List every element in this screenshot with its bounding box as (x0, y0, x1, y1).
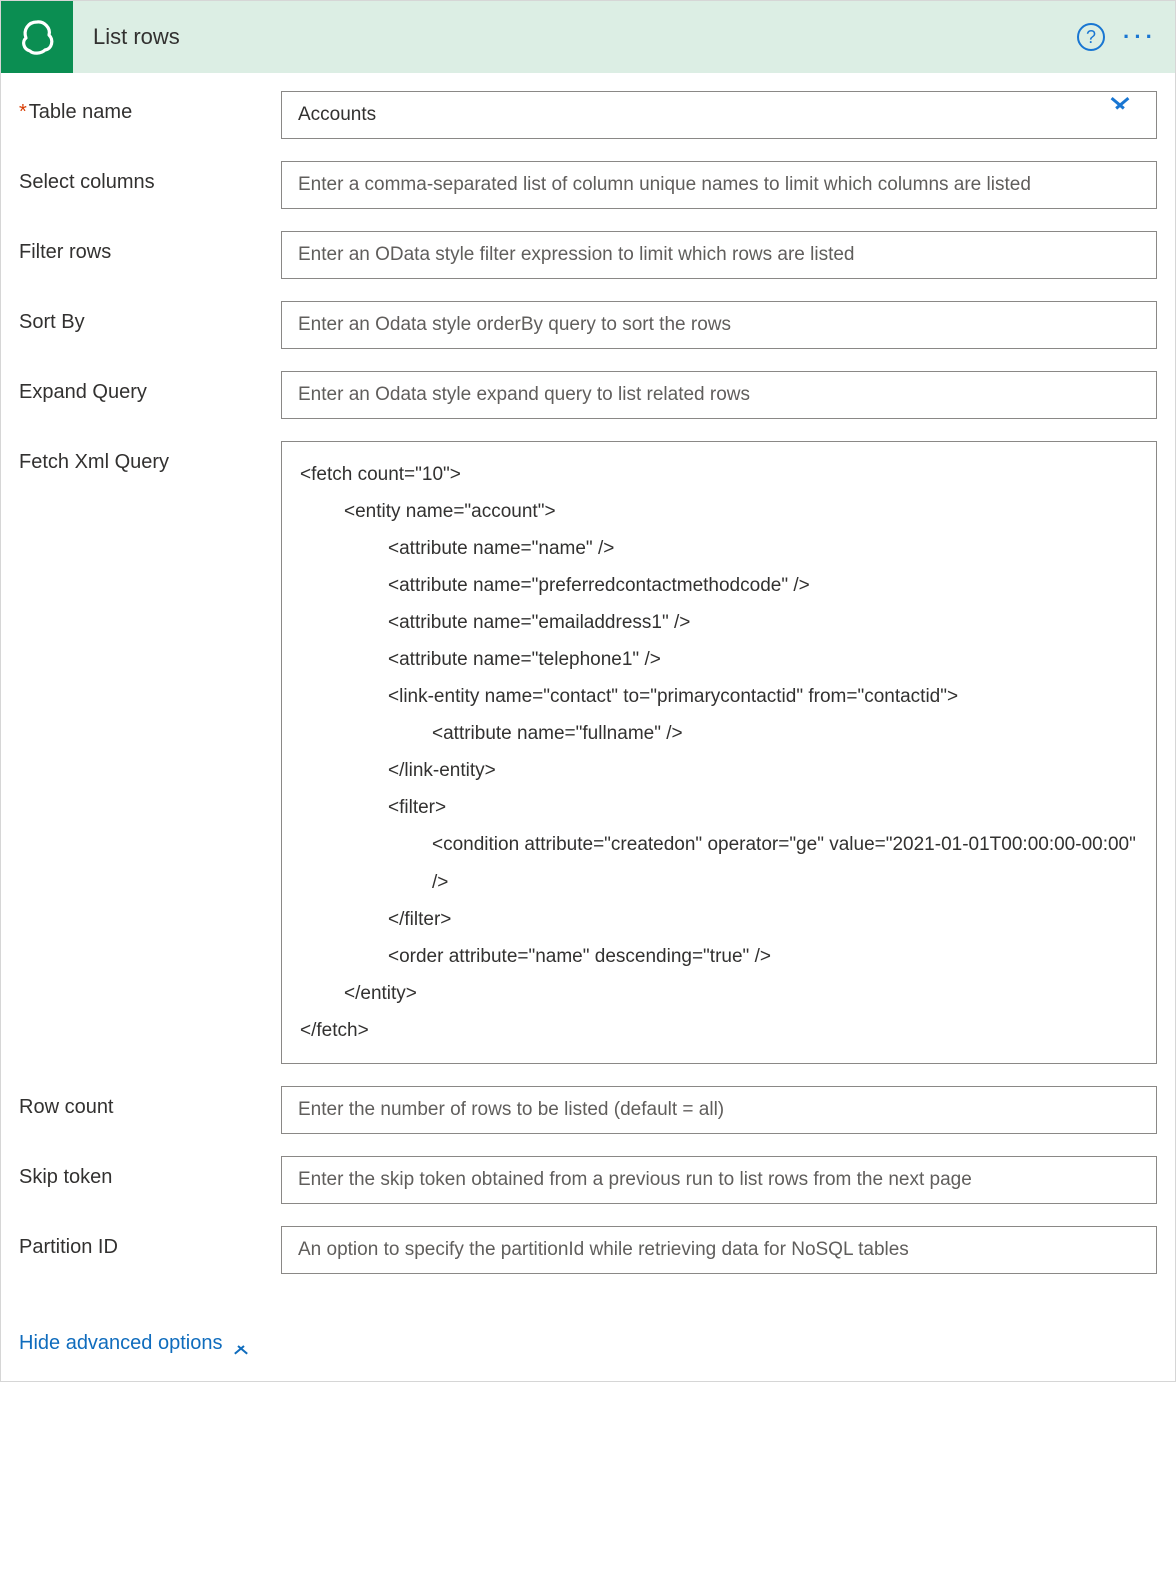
table-name-select[interactable]: Accounts (281, 91, 1157, 139)
row-count-label: Row count (19, 1086, 281, 1119)
field-partition-id: Partition ID (19, 1226, 1157, 1274)
card-title: List rows (73, 24, 1077, 50)
field-skip-token: Skip token (19, 1156, 1157, 1204)
fetch-xml-line: </entity> (300, 975, 1138, 1012)
sort-by-label: Sort By (19, 301, 281, 334)
card-header: List rows ? ··· (1, 1, 1175, 73)
card-body: *Table name Accounts Select columns Filt… (1, 73, 1175, 1381)
chevron-down-icon (1106, 107, 1134, 123)
fetch-xml-line: <attribute name="telephone1" /> (300, 641, 1138, 678)
action-card: List rows ? ··· *Table name Accounts Sel… (0, 0, 1176, 1382)
sort-by-input[interactable] (281, 301, 1157, 349)
fetch-xml-label: Fetch Xml Query (19, 441, 281, 474)
fetch-xml-line: <link-entity name="contact" to="primaryc… (300, 678, 1138, 715)
hide-advanced-options-link[interactable]: Hide advanced options (19, 1332, 250, 1355)
fetch-xml-line: <attribute name="preferredcontactmethodc… (300, 567, 1138, 604)
hide-advanced-options-label: Hide advanced options (19, 1332, 222, 1355)
expand-query-label: Expand Query (19, 371, 281, 404)
fetch-xml-line: <attribute name="name" /> (300, 530, 1138, 567)
help-icon[interactable]: ? (1077, 23, 1105, 51)
required-indicator: * (19, 101, 27, 123)
skip-token-label: Skip token (19, 1156, 281, 1189)
dataverse-icon (1, 1, 73, 73)
select-columns-label: Select columns (19, 161, 281, 194)
field-table-name: *Table name Accounts (19, 91, 1157, 139)
field-select-columns: Select columns (19, 161, 1157, 209)
table-name-label: Table name (29, 101, 132, 123)
partition-id-label: Partition ID (19, 1226, 281, 1259)
filter-rows-label: Filter rows (19, 231, 281, 264)
table-name-value: Accounts (298, 104, 376, 126)
chevron-up-icon (232, 1337, 250, 1349)
fetch-xml-line: </fetch> (300, 1012, 1138, 1049)
field-filter-rows: Filter rows (19, 231, 1157, 279)
more-icon[interactable]: ··· (1123, 20, 1157, 54)
fetch-xml-input[interactable]: <fetch count="10"><entity name="account"… (281, 441, 1157, 1064)
filter-rows-input[interactable] (281, 231, 1157, 279)
field-sort-by: Sort By (19, 301, 1157, 349)
row-count-input[interactable] (281, 1086, 1157, 1134)
expand-query-input[interactable] (281, 371, 1157, 419)
fetch-xml-line: <order attribute="name" descending="true… (300, 938, 1138, 975)
select-columns-input[interactable] (281, 161, 1157, 209)
fetch-xml-line: <fetch count="10"> (300, 456, 1138, 493)
fetch-xml-line: <attribute name="fullname" /> (300, 715, 1138, 752)
field-expand-query: Expand Query (19, 371, 1157, 419)
field-fetch-xml: Fetch Xml Query <fetch count="10"><entit… (19, 441, 1157, 1064)
field-row-count: Row count (19, 1086, 1157, 1134)
fetch-xml-line: <attribute name="emailaddress1" /> (300, 604, 1138, 641)
fetch-xml-line: <filter> (300, 789, 1138, 826)
fetch-xml-line: </link-entity> (300, 752, 1138, 789)
fetch-xml-line: <condition attribute="createdon" operato… (300, 826, 1138, 900)
fetch-xml-line: </filter> (300, 901, 1138, 938)
skip-token-input[interactable] (281, 1156, 1157, 1204)
fetch-xml-line: <entity name="account"> (300, 493, 1138, 530)
partition-id-input[interactable] (281, 1226, 1157, 1274)
